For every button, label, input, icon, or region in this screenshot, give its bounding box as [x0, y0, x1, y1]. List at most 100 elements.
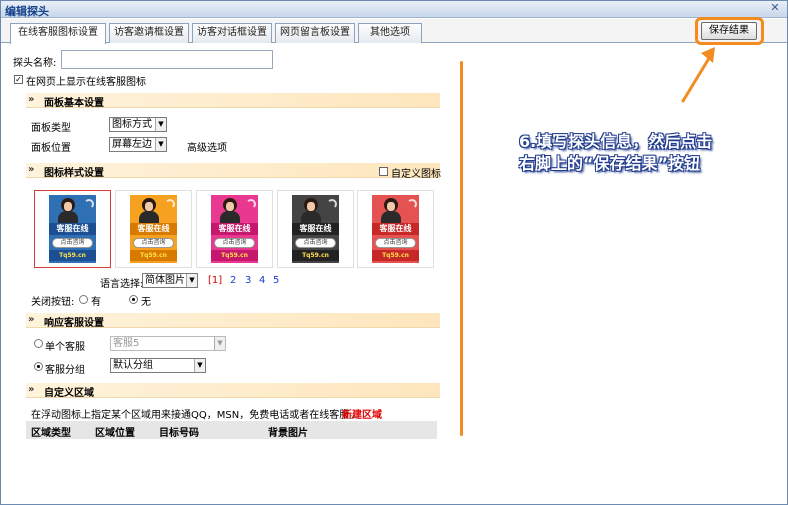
window-title: 编辑探头	[5, 5, 49, 18]
advanced-options-link[interactable]: 高级选项	[187, 139, 227, 154]
single-service-value: 客服5	[113, 338, 140, 349]
page-link-5[interactable]: 5	[273, 275, 279, 286]
badge-consult-button: 点击咨询	[214, 238, 255, 248]
show-icon-label: 在网页上显示在线客服图标	[26, 77, 146, 88]
badge-banner: 客服在线	[130, 223, 177, 235]
panel-position-select[interactable]: 屏幕左边 ▼	[109, 137, 167, 152]
badge-consult-button: 点击咨询	[52, 238, 93, 248]
chevron-double-right-icon: »	[28, 164, 35, 175]
language-label: 语言选择:	[100, 279, 144, 290]
badge-banner: 客服在线	[292, 223, 339, 235]
panel-type-select[interactable]: 图标方式 ▼	[109, 117, 167, 132]
tab-bar: 在线客服图标设置 访客邀请框设置 访客对话框设置 网页留言板设置 其他选项	[1, 19, 787, 44]
page-link-4[interactable]: 4	[259, 275, 265, 286]
badge-footer: Tq59.cn	[211, 250, 258, 261]
badge-footer: Tq59.cn	[292, 250, 339, 261]
column-header: 目标号码	[159, 428, 199, 439]
annotation-text: 6.填写探头信息，然后点击 右脚上的“保存结果”按钮	[519, 131, 787, 175]
icon-style-card[interactable]: 客服在线点击咨询 Tq59.cn	[357, 190, 434, 268]
badge-consult-button: 点击咨询	[295, 238, 336, 248]
close-no-label: 无	[141, 297, 151, 308]
section-title: 自定义区域	[44, 388, 94, 399]
page-link-2[interactable]: 2	[230, 275, 236, 286]
tab-icon-settings[interactable]: 在线客服图标设置	[10, 23, 106, 44]
annotation-divider-line	[460, 61, 463, 436]
column-header: 区域位置	[95, 428, 135, 439]
window-titlebar: 编辑探头 ✕	[1, 1, 787, 18]
badge-consult-button: 点击咨询	[375, 238, 416, 248]
section-icon-style[interactable]: » 图标样式设置	[26, 163, 440, 179]
section-response-service[interactable]: » 响应客服设置	[26, 313, 440, 329]
tab-invite-box[interactable]: 访客邀请框设置	[109, 23, 189, 43]
tab-other-options[interactable]: 其他选项	[358, 23, 422, 43]
edit-probe-window: 编辑探头 ✕ 在线客服图标设置 访客邀请框设置 访客对话框设置 网页留言板设置 …	[0, 0, 788, 505]
icon-style-card[interactable]: 客服在线点击咨询 Tq59.cn	[196, 190, 273, 268]
customer-service-badge: 客服在线点击咨询 Tq59.cn	[292, 195, 339, 263]
probe-name-input[interactable]	[61, 50, 273, 69]
single-service-label: 单个客服	[45, 342, 85, 353]
section-title: 响应客服设置	[44, 318, 104, 329]
service-group-select[interactable]: 默认分组 ▼	[110, 358, 206, 373]
custom-icon-label: 自定义图标	[391, 169, 441, 180]
icon-style-card[interactable]: 客服在线点击咨询 Tq59.cn	[34, 190, 111, 268]
agent-avatar-icon	[292, 195, 339, 223]
service-group-radio[interactable]	[34, 362, 43, 371]
annotation-arrow-icon	[681, 47, 715, 103]
probe-name-label: 探头名称:	[13, 58, 57, 69]
agent-avatar-icon	[130, 195, 177, 223]
chevron-down-icon: ▼	[186, 274, 197, 287]
panel-position-value: 屏幕左边	[112, 139, 152, 150]
customer-service-badge: 客服在线点击咨询 Tq59.cn	[211, 195, 258, 263]
single-service-select[interactable]: 客服5 ▼	[110, 336, 226, 351]
chevron-double-right-icon: »	[28, 94, 35, 105]
annotation-line-2: 右脚上的“保存结果”按钮	[519, 154, 701, 173]
custom-icon-checkbox[interactable]	[379, 167, 388, 176]
section-custom-area[interactable]: » 自定义区域	[26, 383, 440, 399]
save-button[interactable]: 保存结果	[701, 22, 757, 40]
close-yes-radio[interactable]	[79, 295, 88, 304]
agent-avatar-icon	[49, 195, 96, 223]
language-value: 简体图片	[145, 275, 185, 286]
page-link-1[interactable]: [1]	[208, 275, 222, 286]
badge-banner: 客服在线	[372, 223, 419, 235]
service-group-label: 客服分组	[45, 365, 85, 376]
close-icon[interactable]: ✕	[769, 2, 781, 14]
custom-area-description: 在浮动图标上指定某个区域用来接通QQ，MSN，免费电话或者在线客服。	[31, 410, 360, 421]
icon-style-card[interactable]: 客服在线点击咨询 Tq59.cn	[115, 190, 192, 268]
new-area-link[interactable]: 新建区域	[342, 406, 382, 421]
icon-style-card[interactable]: 客服在线点击咨询 Tq59.cn	[277, 190, 354, 268]
badge-banner: 客服在线	[49, 223, 96, 235]
customer-service-badge: 客服在线点击咨询 Tq59.cn	[130, 195, 177, 263]
agent-avatar-icon	[372, 195, 419, 223]
panel-type-label: 面板类型	[31, 123, 71, 134]
badge-footer: Tq59.cn	[49, 250, 96, 261]
chevron-down-icon: ▼	[194, 359, 205, 372]
badge-consult-button: 点击咨询	[133, 238, 174, 248]
page-link-3[interactable]: 3	[245, 275, 251, 286]
tab-message-board[interactable]: 网页留言板设置	[275, 23, 355, 43]
badge-footer: Tq59.cn	[130, 250, 177, 261]
close-no-radio[interactable]	[129, 295, 138, 304]
customer-service-badge: 客服在线点击咨询 Tq59.cn	[372, 195, 419, 263]
panel-position-label: 面板位置	[31, 143, 71, 154]
section-title: 面板基本设置	[44, 98, 104, 109]
tab-dialog-box[interactable]: 访客对话框设置	[192, 23, 272, 43]
close-yes-label: 有	[91, 297, 101, 308]
section-panel-basic[interactable]: » 面板基本设置	[26, 93, 440, 109]
section-title: 图标样式设置	[44, 168, 104, 179]
badge-banner: 客服在线	[211, 223, 258, 235]
chevron-double-right-icon: »	[28, 314, 35, 325]
close-button-label: 关闭按钮:	[31, 297, 75, 308]
column-header: 背景图片	[268, 428, 308, 439]
panel-type-value: 图标方式	[112, 119, 152, 130]
language-select[interactable]: 简体图片 ▼	[142, 273, 198, 288]
chevron-down-icon: ▼	[214, 337, 225, 350]
custom-area-table-header: 区域类型 区域位置 目标号码 背景图片	[26, 421, 437, 439]
chevron-down-icon: ▼	[155, 138, 166, 151]
service-group-value: 默认分组	[113, 360, 153, 371]
chevron-down-icon: ▼	[155, 118, 166, 131]
single-service-radio[interactable]	[34, 339, 43, 348]
show-icon-checkbox[interactable]: ✓	[14, 75, 23, 84]
badge-footer: Tq59.cn	[372, 250, 419, 261]
annotation-line-1: 6.填写探头信息，然后点击	[519, 132, 713, 151]
